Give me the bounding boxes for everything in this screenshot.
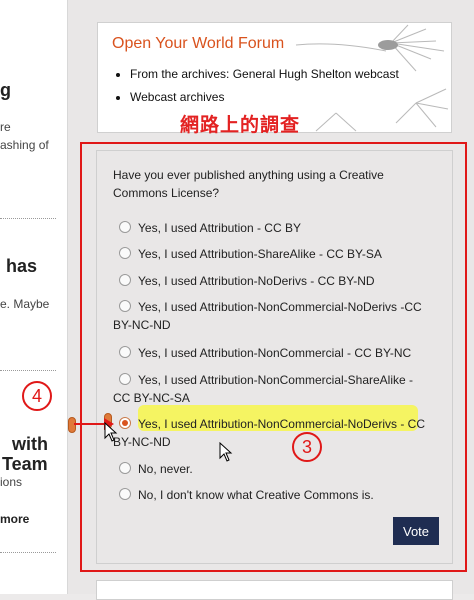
forum-link[interactable]: From the archives: General Hugh Shelton … xyxy=(130,67,399,81)
poll-option[interactable]: Yes, I used Attribution - CC BY xyxy=(113,219,433,237)
poll-option[interactable]: Yes, I used Attribution-NonCommercial-Sh… xyxy=(113,371,433,407)
radio-button[interactable] xyxy=(119,462,131,474)
radio-button-selected[interactable] xyxy=(119,417,131,429)
radio-button[interactable] xyxy=(119,274,131,286)
poll-option[interactable]: Yes, I used Attribution-NonCommercial - … xyxy=(113,344,433,362)
forum-title[interactable]: Open Your World Forum xyxy=(112,35,284,53)
poll-option-label: Yes, I used Attribution-NoDerivs - CC BY… xyxy=(138,274,375,288)
vote-button[interactable]: Vote xyxy=(393,517,439,545)
divider xyxy=(0,370,56,371)
left-article-column: g re ashing of has e. Maybe with Team io… xyxy=(0,0,68,594)
forum-link[interactable]: Webcast archives xyxy=(130,90,399,104)
cursor-arrow-icon xyxy=(104,422,118,442)
left-text-fragment: e. Maybe xyxy=(0,297,50,311)
poll-option[interactable]: Yes, I used Attribution-NoDerivs - CC BY… xyxy=(113,272,433,290)
poll-option-label: Yes, I used Attribution-NonCommercial - … xyxy=(138,346,412,360)
left-headline-fragment[interactable]: Team xyxy=(2,454,48,475)
radio-button[interactable] xyxy=(119,221,131,233)
left-text-fragment: g xyxy=(0,80,11,100)
annotation-step-4: 4 xyxy=(22,381,52,411)
radio-button[interactable] xyxy=(119,247,131,259)
left-text-fragment: ashing of xyxy=(0,138,49,152)
left-headline-fragment[interactable]: with xyxy=(12,434,48,455)
poll-option-label: No, I don't know what Creative Commons i… xyxy=(138,488,374,502)
annotation-caption: 網路上的調查 xyxy=(180,114,301,136)
next-widget xyxy=(96,580,453,600)
forum-link-list: From the archives: General Hugh Shelton … xyxy=(112,67,399,113)
radio-button[interactable] xyxy=(119,373,131,385)
poll-option-label: Yes, I used Attribution-NonCommercial-Sh… xyxy=(113,373,414,405)
cursor-arrow-icon xyxy=(219,442,233,462)
radio-button[interactable] xyxy=(119,488,131,500)
poll-question: Have you ever published anything using a… xyxy=(113,168,384,200)
annotation-step-3: 3 xyxy=(292,432,322,462)
poll-option-label: No, never. xyxy=(138,462,193,476)
poll-option-label: Yes, I used Attribution-NonCommercial-No… xyxy=(113,417,425,449)
left-text-fragment: re xyxy=(0,120,11,134)
divider xyxy=(0,552,56,553)
poll-option[interactable]: No, never. xyxy=(113,460,433,478)
radio-button[interactable] xyxy=(119,346,131,358)
poll-option[interactable]: Yes, I used Attribution-ShareAlike - CC … xyxy=(113,245,433,263)
poll-option-label: Yes, I used Attribution - CC BY xyxy=(138,221,301,235)
poll-widget: Have you ever published anything using a… xyxy=(96,150,453,564)
poll-option[interactable]: Yes, I used Attribution-NonCommercial-No… xyxy=(113,298,433,334)
poll-option-label: Yes, I used Attribution-NonCommercial-No… xyxy=(113,300,422,332)
divider xyxy=(0,218,56,219)
left-text-fragment: ions xyxy=(0,475,23,489)
left-headline-fragment[interactable]: has xyxy=(6,256,37,277)
poll-option-label: Yes, I used Attribution-ShareAlike - CC … xyxy=(138,247,382,261)
radio-button[interactable] xyxy=(119,300,131,312)
poll-option[interactable]: No, I don't know what Creative Commons i… xyxy=(113,486,433,504)
read-more-link[interactable]: more xyxy=(0,512,29,526)
poll-option-selected[interactable]: Yes, I used Attribution-NonCommercial-No… xyxy=(113,415,433,451)
